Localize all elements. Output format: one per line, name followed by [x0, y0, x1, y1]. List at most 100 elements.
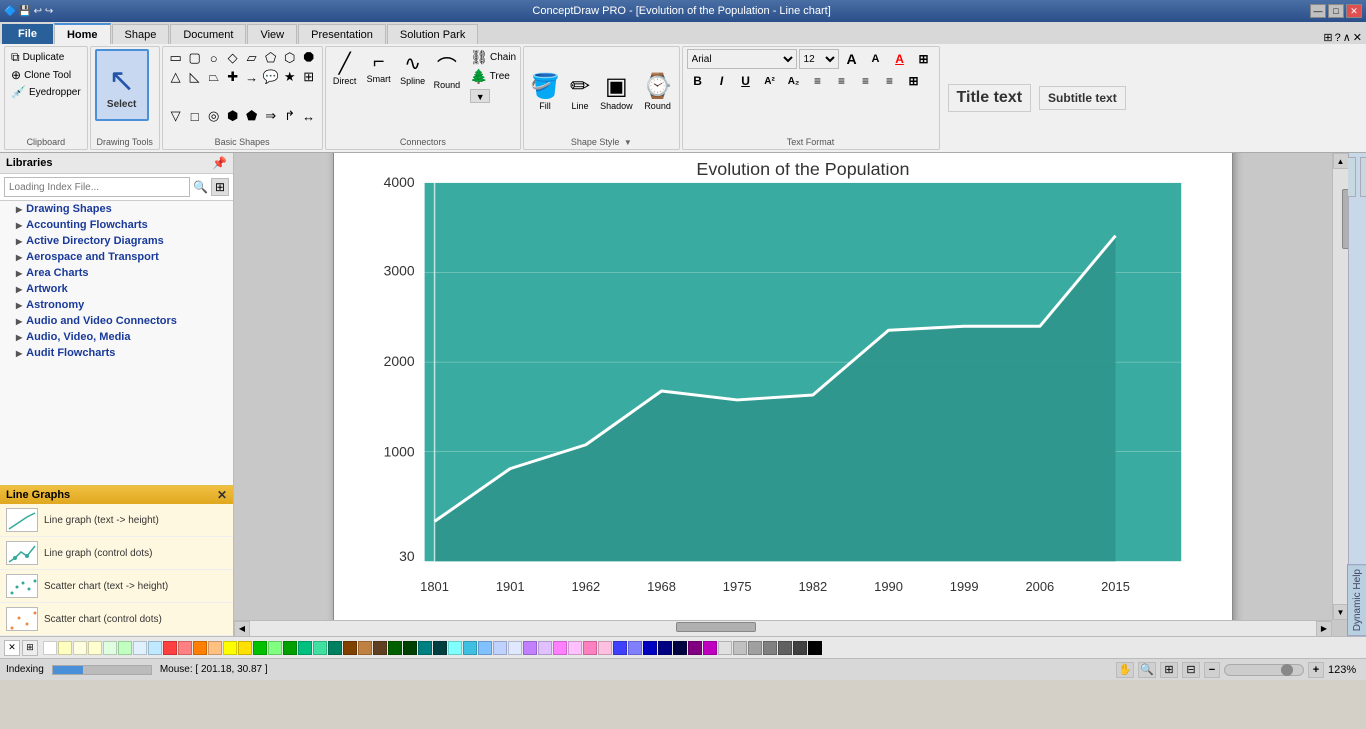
- tri2-icon[interactable]: ▽: [167, 107, 185, 125]
- round-connector-button[interactable]: ⌒ Round: [432, 49, 463, 92]
- swatch-lightyellow2[interactable]: [73, 641, 87, 655]
- swatch-magenta[interactable]: [703, 641, 717, 655]
- lib-item-active-directory[interactable]: Active Directory Diagrams: [0, 233, 233, 249]
- more-format-btn[interactable]: ⊞: [913, 49, 935, 69]
- template-scatter-text-height[interactable]: Scatter chart (text -> height): [0, 570, 233, 603]
- swatch-pink3[interactable]: [583, 641, 597, 655]
- duplicate-button[interactable]: ⧉ Duplicate: [9, 49, 83, 66]
- callout-icon[interactable]: 💬: [262, 68, 280, 86]
- fit-page-btn[interactable]: ⊞: [1160, 662, 1178, 678]
- swatch-purple1[interactable]: [523, 641, 537, 655]
- zoom-fit-btn[interactable]: ⊟: [1182, 662, 1200, 678]
- oval-icon[interactable]: ○: [205, 49, 223, 67]
- subtitle-text-button[interactable]: Subtitle text: [1039, 86, 1126, 110]
- swatch-navy[interactable]: [658, 641, 672, 655]
- tab-file[interactable]: File: [2, 24, 53, 44]
- lib-item-audio-video[interactable]: Audio and Video Connectors: [0, 313, 233, 329]
- h-scroll-thumb[interactable]: [676, 622, 756, 632]
- swatch-darkteal2[interactable]: [433, 641, 447, 655]
- tab-presentation[interactable]: Presentation: [298, 24, 386, 44]
- swatch-red2[interactable]: [178, 641, 192, 655]
- ribbon-help-btn[interactable]: ?: [1335, 32, 1341, 44]
- rect-icon[interactable]: ▭: [167, 49, 185, 67]
- eyedropper-button[interactable]: 💉 Eyedropper: [9, 84, 83, 100]
- swatch-blue4[interactable]: [613, 641, 627, 655]
- tab-home[interactable]: Home: [54, 23, 111, 44]
- swatch-lightgreen2[interactable]: [118, 641, 132, 655]
- right-tab-2[interactable]: [1360, 157, 1366, 197]
- lib-search-icon[interactable]: 🔍: [193, 180, 208, 194]
- dbl-arr-icon[interactable]: ↔: [300, 107, 318, 125]
- swatch-cyan[interactable]: [448, 641, 462, 655]
- lib-search-input[interactable]: [4, 177, 190, 197]
- scroll-up-arrow[interactable]: ▲: [1333, 153, 1349, 169]
- swatch-orange2[interactable]: [208, 641, 222, 655]
- parallelogram-icon[interactable]: ▱: [243, 49, 261, 67]
- canvas[interactable]: 30 1000 2000 3000 4000 1801 1901 1962 19…: [333, 153, 1233, 620]
- swatch-gray1[interactable]: [718, 641, 732, 655]
- h-scroll-track[interactable]: [250, 621, 1316, 636]
- superscript-btn[interactable]: A²: [759, 71, 781, 91]
- font-size-select[interactable]: 12: [799, 49, 839, 69]
- bent-arr-icon[interactable]: ↱: [281, 107, 299, 125]
- zoom-in-button[interactable]: +: [1308, 662, 1324, 678]
- swatch-lightyellow[interactable]: [58, 641, 72, 655]
- lib-item-audio-media[interactable]: Audio, Video, Media: [0, 329, 233, 345]
- arrow-right-icon[interactable]: →: [243, 68, 261, 86]
- swatch-cyan2[interactable]: [463, 641, 477, 655]
- star-icon[interactable]: ★: [281, 68, 299, 86]
- swatch-green2[interactable]: [268, 641, 282, 655]
- swatch-red1[interactable]: [163, 641, 177, 655]
- right-tri-icon[interactable]: ◺: [186, 68, 204, 86]
- zoom-in-btn[interactable]: 🔍: [1138, 662, 1156, 678]
- canvas-area[interactable]: 30 1000 2000 3000 4000 1801 1901 1962 19…: [234, 153, 1348, 636]
- bold-btn[interactable]: B: [687, 71, 709, 91]
- tab-shape[interactable]: Shape: [112, 24, 170, 44]
- swatch-yellow[interactable]: [223, 641, 237, 655]
- subscript-btn[interactable]: A₂: [783, 71, 805, 91]
- swatch-gray5[interactable]: [778, 641, 792, 655]
- circle2-icon[interactable]: ◎: [205, 107, 223, 125]
- swatch-orange[interactable]: [193, 641, 207, 655]
- rounded-rect-icon[interactable]: ▢: [186, 49, 204, 67]
- swatch-gray3[interactable]: [748, 641, 762, 655]
- round-shape-button[interactable]: ⌚ Round: [641, 70, 675, 113]
- zoom-out-button[interactable]: −: [1204, 662, 1220, 678]
- scroll-down-arrow[interactable]: ▼: [1333, 604, 1349, 620]
- dynamic-help-label[interactable]: Dynamic Help: [1347, 564, 1366, 636]
- diamond-icon[interactable]: ◇: [224, 49, 242, 67]
- italic-btn[interactable]: I: [711, 71, 733, 91]
- lib-item-area-charts[interactable]: Area Charts: [0, 265, 233, 281]
- window-controls[interactable]: — □ ✕: [1310, 4, 1362, 18]
- swatch-white[interactable]: [43, 641, 57, 655]
- align-right-btn[interactable]: ≡: [855, 71, 877, 91]
- trapezoid-icon[interactable]: ⏢: [205, 68, 223, 86]
- swatch-blue6[interactable]: [643, 641, 657, 655]
- fill-button[interactable]: 🪣 Fill: [528, 70, 562, 113]
- octagon-icon[interactable]: ⯃: [300, 49, 318, 67]
- align-left-btn[interactable]: ≡: [807, 71, 829, 91]
- lib-item-accounting[interactable]: Accounting Flowcharts: [0, 217, 233, 233]
- hex2-icon[interactable]: ⬢: [224, 107, 242, 125]
- swatch-blue1[interactable]: [478, 641, 492, 655]
- minimize-button[interactable]: —: [1310, 4, 1326, 18]
- lib-item-drawing-shapes[interactable]: Drawing Shapes: [0, 201, 233, 217]
- pent2-icon[interactable]: ⬟: [243, 107, 261, 125]
- rect2-icon[interactable]: □: [186, 107, 204, 125]
- tab-solution-park[interactable]: Solution Park: [387, 24, 478, 44]
- no-color-swatch[interactable]: ✕: [4, 640, 20, 656]
- scroll-right-arrow[interactable]: ▶: [1316, 621, 1332, 637]
- swatch-teal1[interactable]: [298, 641, 312, 655]
- tab-view[interactable]: View: [247, 24, 297, 44]
- line-button[interactable]: ✏ Line: [568, 70, 592, 113]
- arr2-icon[interactable]: ⇒: [262, 107, 280, 125]
- template-scatter-control-dots[interactable]: Scatter chart (control dots): [0, 603, 233, 636]
- swatch-darkgreen[interactable]: [388, 641, 402, 655]
- v-scrollbar[interactable]: ▲ ▼: [1332, 153, 1348, 620]
- pentagon-icon[interactable]: ⬠: [262, 49, 280, 67]
- h-scrollbar[interactable]: ◀ ▶: [234, 620, 1332, 636]
- swatch-brown3[interactable]: [373, 641, 387, 655]
- align-vert-btn[interactable]: ⊞: [903, 71, 925, 91]
- swatch-gray6[interactable]: [793, 641, 807, 655]
- tab-document[interactable]: Document: [170, 24, 246, 44]
